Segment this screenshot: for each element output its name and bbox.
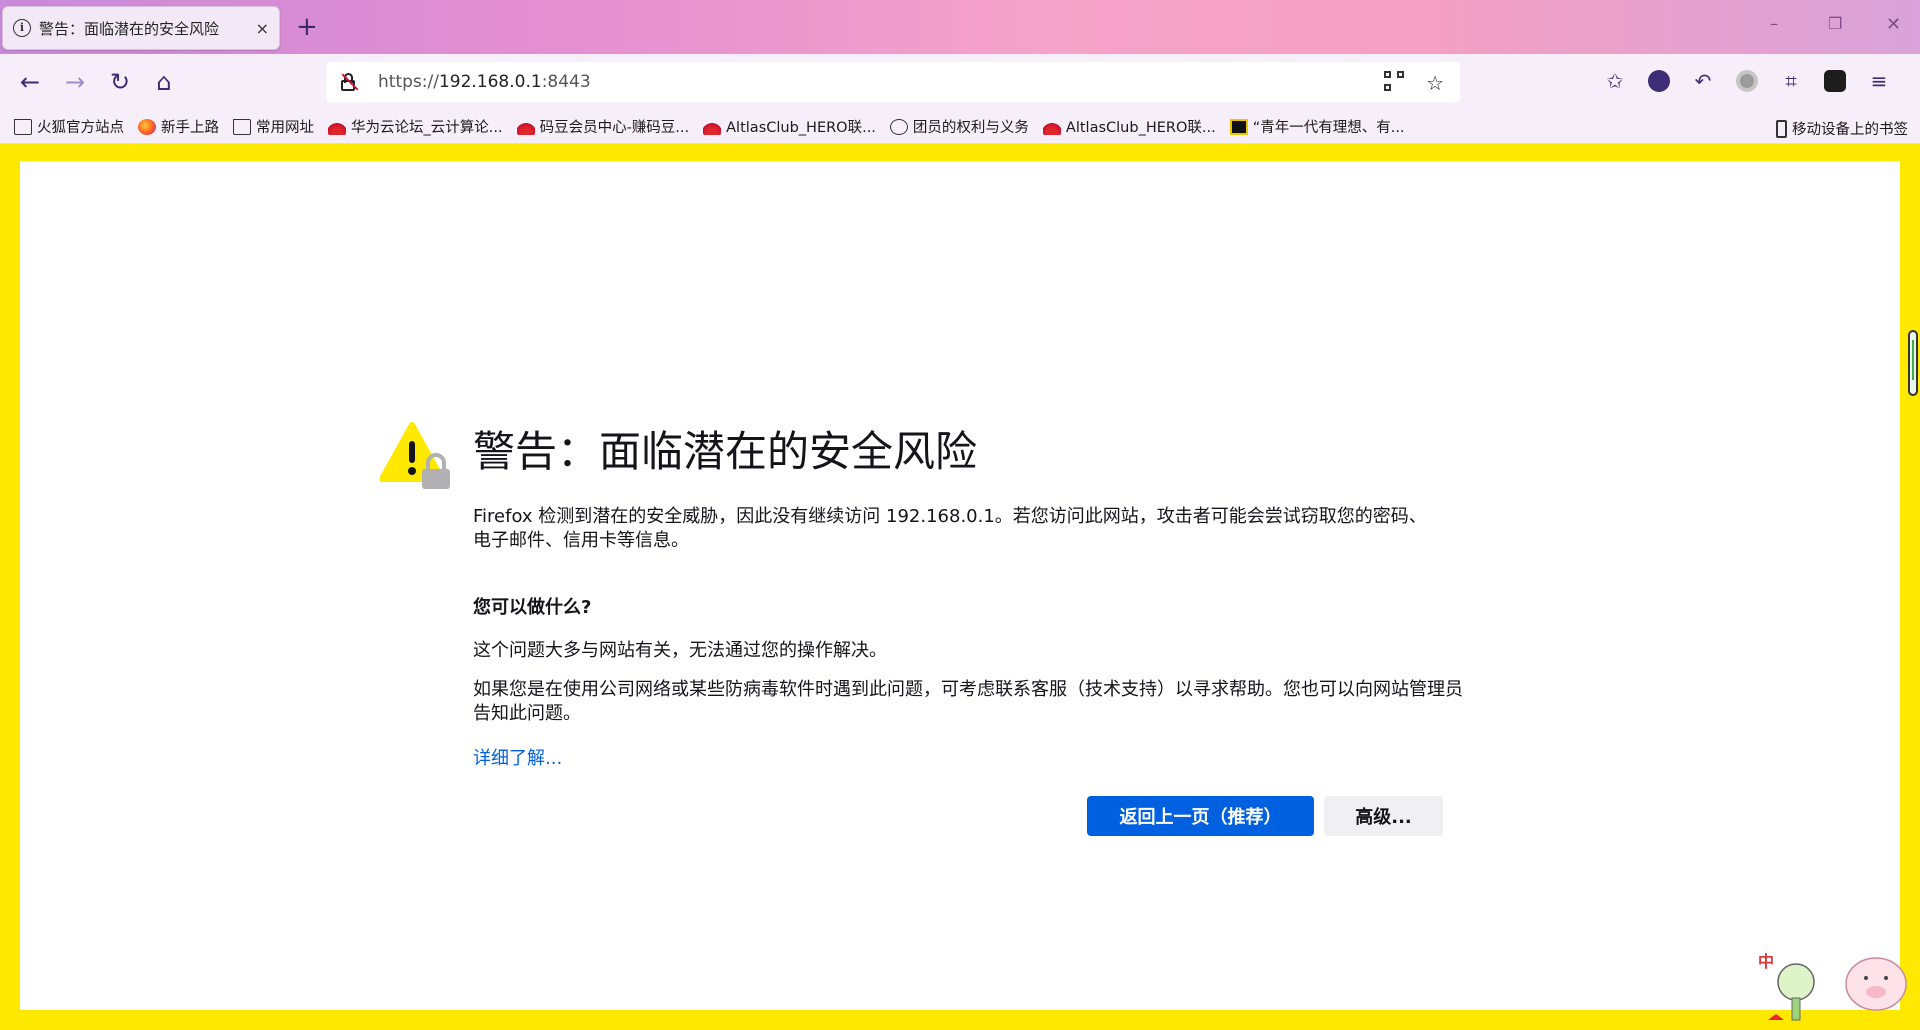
insecure-lock-icon[interactable] (338, 71, 360, 93)
menu-icon[interactable]: ≡ (1866, 66, 1892, 96)
pocket-icon[interactable]: ✩ (1602, 66, 1628, 96)
forward-button[interactable]: → (61, 68, 89, 96)
huawei-icon (516, 118, 535, 135)
minimize-button[interactable]: – (1770, 14, 1778, 33)
folder-icon (14, 118, 32, 135)
maximize-button[interactable]: ❐ (1828, 14, 1842, 33)
mascot-label: 中 (1758, 952, 1775, 971)
page-title: 警告：面临潜在的安全风险 (473, 427, 978, 476)
error-description: Firefox 检测到潜在的安全威胁，因此没有继续访问 192.168.0.1。… (473, 506, 1427, 551)
bookmark-star-icon[interactable]: ☆ (1426, 71, 1444, 95)
tab-bar: i 警告：面临潜在的安全风险 × + – ❐ ✕ (0, 0, 1920, 54)
bookmark-item[interactable]: “青年一代有理想、有... (1229, 116, 1405, 137)
scrollbar-indicator[interactable] (1908, 330, 1918, 396)
bookmark-item[interactable]: 新手上路 (138, 116, 219, 137)
globe-icon (889, 118, 908, 135)
url-bar[interactable]: https://192.168.0.1:8443 ☆ (326, 62, 1460, 102)
mascot-icon (1768, 957, 1907, 1021)
tab-active[interactable]: i 警告：面临潜在的安全风险 × (2, 6, 280, 50)
qr-code-icon[interactable] (1384, 71, 1405, 91)
warning-lock-icon (380, 422, 450, 489)
extension-icon[interactable] (1736, 70, 1758, 92)
bookmark-item[interactable]: 团员的权利与义务 (889, 116, 1029, 137)
screenshot-crop-icon[interactable]: ⌗ (1778, 66, 1804, 96)
firefox-icon (138, 118, 156, 135)
help-text: 如果您是在使用公司网络或某些防病毒软件时遇到此问题，可考虑联系客服（技术支持）以… (473, 679, 1463, 724)
navigation-toolbar: ← → ↻ ⌂ https://192.168.0.1:8443 ☆ ✩ ↶ ⌗… (0, 54, 1920, 110)
account-icon[interactable] (1648, 70, 1670, 92)
bookmark-item[interactable]: 火狐官方站点 (14, 116, 124, 137)
bookmark-item[interactable]: 码豆会员中心-赚码豆... (516, 116, 689, 137)
bookmark-item[interactable]: AltlasClub_HERO联... (703, 116, 876, 137)
go-back-button[interactable]: 返回上一页（推荐） (1087, 796, 1314, 836)
advanced-button[interactable]: 高级... (1324, 796, 1443, 836)
back-button[interactable]: ← (16, 68, 44, 96)
tab-close-icon[interactable]: × (256, 19, 269, 38)
url-scheme: https:// (378, 72, 439, 92)
bookmark-item[interactable]: 常用网址 (233, 116, 314, 137)
url-text[interactable]: https://192.168.0.1:8443 (378, 72, 591, 92)
bookmark-item[interactable]: 华为云论坛_云计算论... (328, 116, 503, 137)
explanation-text: 这个问题大多与网站有关，无法通过您的操作解决。 (473, 640, 887, 661)
learn-more-link[interactable]: 详细了解... (473, 744, 562, 770)
cyol-icon (1229, 118, 1248, 135)
huawei-icon (328, 118, 346, 135)
what-can-you-do-heading: 您可以做什么? (473, 597, 592, 618)
bookmark-item[interactable]: AltlasClub_HERO联... (1042, 116, 1216, 137)
undo-icon[interactable]: ↶ (1690, 66, 1716, 96)
tab-title: 警告：面临潜在的安全风险 (39, 19, 220, 38)
error-page: 警告：面临潜在的安全风险 Firefox 检测到潜在的安全威胁，因此没有继续访问… (20, 161, 1900, 1010)
mobile-bookmarks[interactable]: 移动设备上的书签 (1776, 118, 1908, 139)
info-icon: i (13, 19, 31, 37)
new-tab-button[interactable]: + (296, 12, 318, 42)
bookmarks-toolbar: 火狐官方站点 新手上路 常用网址 华为云论坛_云计算论... 码豆会员中心-赚码… (0, 110, 1920, 144)
home-button[interactable]: ⌂ (150, 68, 178, 96)
huawei-icon (1042, 118, 1061, 135)
folder-icon (233, 118, 251, 135)
huawei-icon (703, 118, 722, 135)
close-window-button[interactable]: ✕ (1886, 14, 1901, 35)
url-host: 192.168.0.1 (438, 72, 542, 92)
reload-button[interactable]: ↻ (106, 68, 134, 96)
extension-app-icon[interactable] (1824, 70, 1846, 92)
mobile-device-icon (1776, 119, 1787, 138)
url-port: :8443 (541, 72, 591, 92)
